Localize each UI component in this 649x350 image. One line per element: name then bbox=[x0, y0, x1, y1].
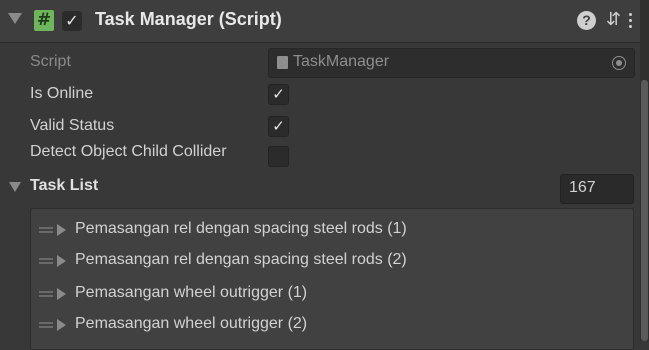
menu-icon[interactable] bbox=[627, 10, 633, 31]
expand-arrow-icon[interactable] bbox=[57, 224, 66, 236]
list-item-label: Pemasangan rel dengan spacing steel rods… bbox=[75, 251, 407, 268]
list-item-label: Pemasangan wheel outrigger (1) bbox=[75, 284, 308, 301]
scrollbar-thumb[interactable] bbox=[641, 80, 648, 341]
script-field[interactable]: TaskManager bbox=[268, 48, 635, 78]
list-item[interactable]: Pemasangan rel dengan spacing steel rods… bbox=[31, 215, 633, 245]
list-item-label: Pemasangan rel dengan spacing steel rods… bbox=[75, 220, 407, 237]
is-online-checkbox[interactable]: ✓ bbox=[268, 84, 289, 105]
valid-status-checkbox[interactable]: ✓ bbox=[268, 116, 289, 137]
object-picker-icon[interactable] bbox=[612, 56, 626, 70]
script-label: Script bbox=[30, 53, 71, 70]
script-icon: # bbox=[34, 10, 54, 31]
fold-arrow-icon[interactable] bbox=[8, 13, 22, 24]
task-list-count-field[interactable]: 167 bbox=[560, 174, 634, 204]
list-item[interactable]: Pemasangan wheel outrigger (2) bbox=[31, 310, 633, 340]
drag-handle-icon[interactable] bbox=[39, 227, 53, 233]
list-item[interactable]: Pemasangan rel dengan spacing steel rods… bbox=[31, 246, 633, 276]
drag-handle-icon[interactable] bbox=[39, 322, 53, 328]
drag-handle-icon[interactable] bbox=[39, 291, 53, 297]
task-list-fold-arrow-icon[interactable] bbox=[9, 182, 21, 192]
expand-arrow-icon[interactable] bbox=[57, 319, 66, 331]
list-item[interactable]: Pemasangan wheel outrigger (1) bbox=[31, 279, 633, 309]
help-icon[interactable]: ? bbox=[577, 11, 596, 30]
detect-child-checkbox[interactable] bbox=[268, 146, 289, 167]
drag-handle-icon[interactable] bbox=[39, 258, 53, 264]
script-asset-icon bbox=[277, 56, 288, 69]
component-enabled-checkbox[interactable]: ✓ bbox=[62, 11, 82, 31]
script-value: TaskManager bbox=[293, 53, 390, 70]
expand-arrow-icon[interactable] bbox=[57, 288, 66, 300]
detect-child-label: Detect Object Child Collider bbox=[30, 143, 227, 160]
is-online-label: Is Online bbox=[30, 85, 94, 102]
list-item-label: Pemasangan wheel outrigger (2) bbox=[75, 315, 308, 332]
task-list-label[interactable]: Task List bbox=[30, 177, 98, 195]
component-title: Task Manager (Script) bbox=[95, 9, 282, 29]
valid-status-label: Valid Status bbox=[30, 117, 115, 134]
presets-icon[interactable]: ⇵ bbox=[606, 9, 621, 30]
task-list-box: Pemasangan rel dengan spacing steel rods… bbox=[30, 208, 634, 350]
expand-arrow-icon[interactable] bbox=[57, 255, 66, 267]
